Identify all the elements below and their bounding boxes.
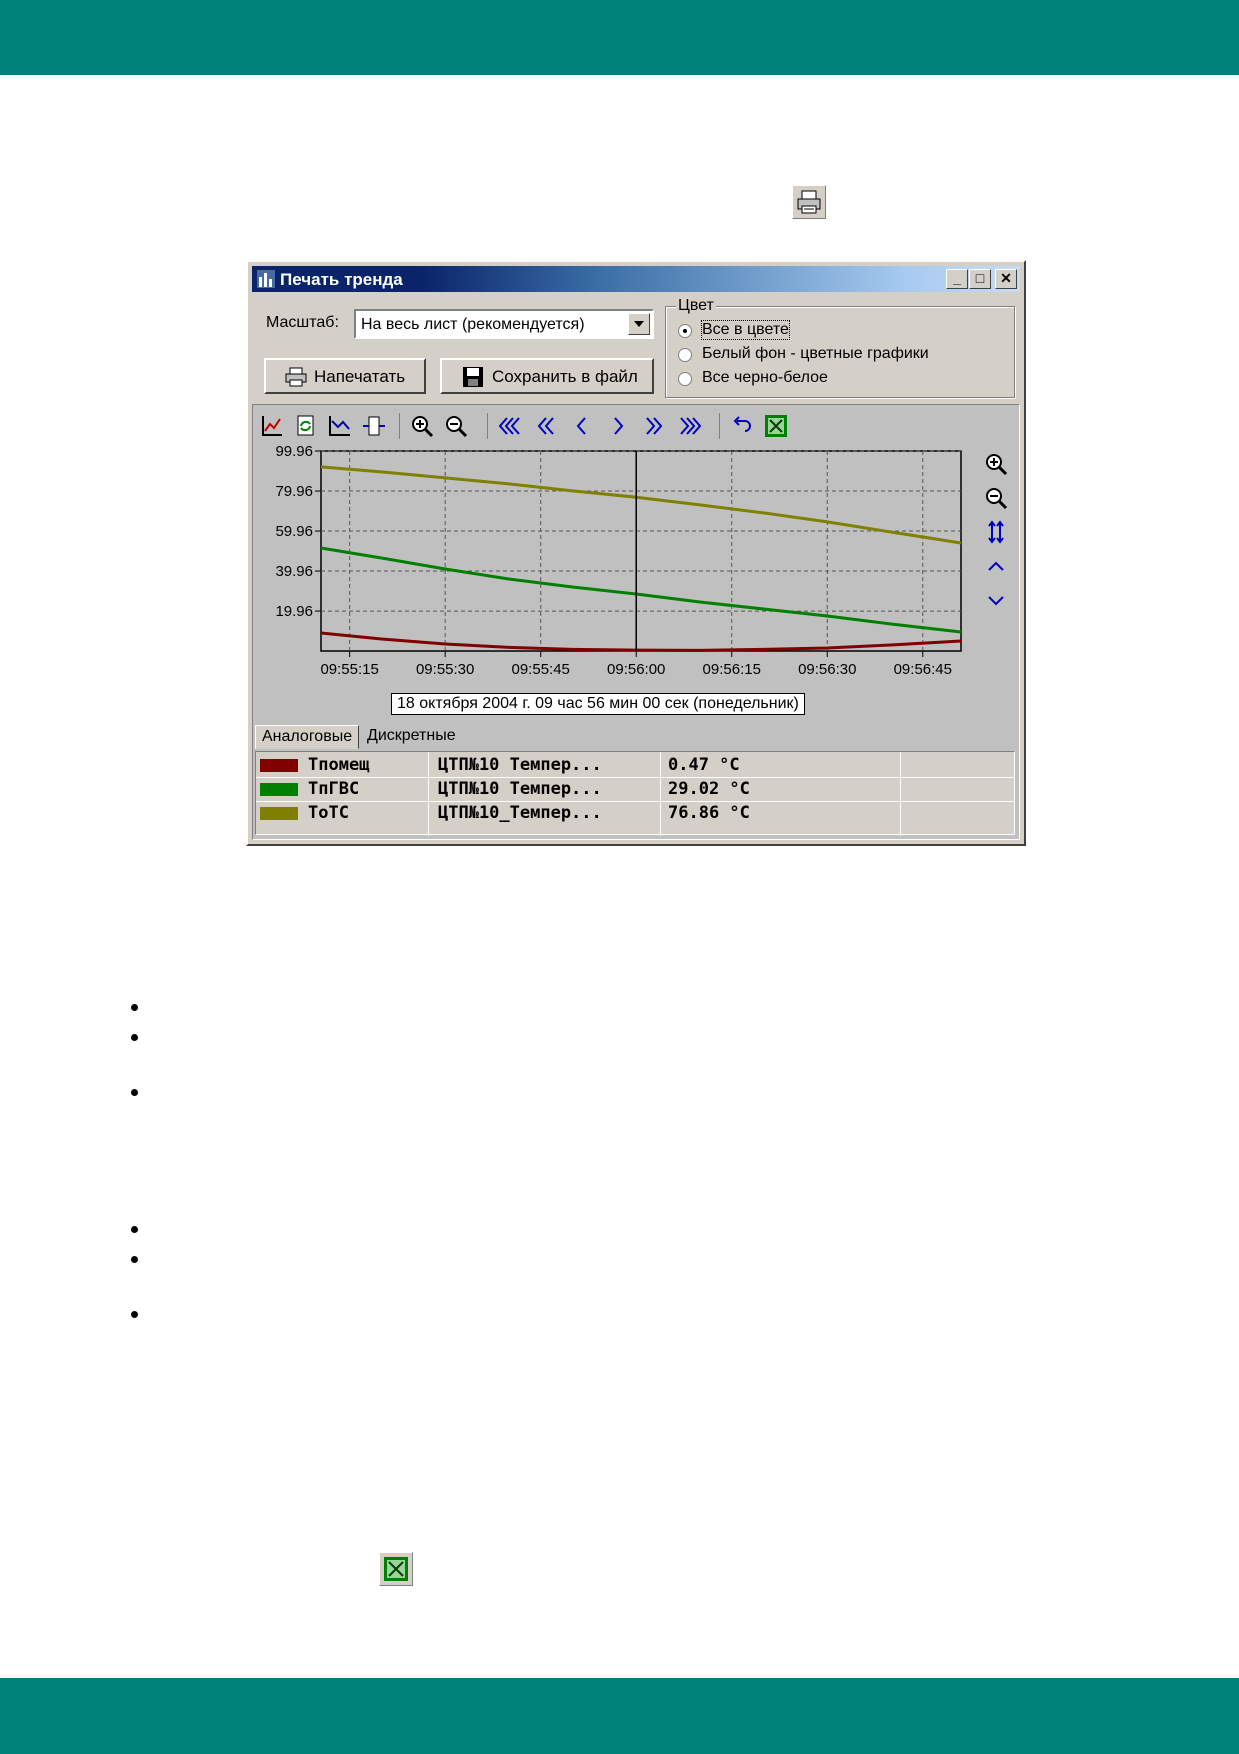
save-button-label: Сохранить в файл (492, 367, 638, 386)
chevron-up-icon[interactable] (983, 553, 1009, 579)
legend-name: TпГВС (308, 779, 360, 799)
close-button[interactable]: ✕ (995, 269, 1017, 289)
radio-white-bg[interactable] (678, 348, 692, 362)
list-bullet (131, 1089, 138, 1096)
dialog-title: Печать тренда (280, 270, 403, 289)
vertical-zoom-in-icon[interactable] (983, 451, 1009, 477)
x-tick-label: 09:56:00 (607, 661, 665, 678)
cursor-timestamp: 18 октября 2004 г. 09 час 56 мин 00 сек … (391, 693, 805, 715)
legend-source: ЦТП№10_Темпер... (438, 803, 602, 823)
radio-black-white-label[interactable]: Все черно-белое (702, 369, 828, 387)
y-tick-label: 59.96 (275, 523, 313, 540)
x-tick-label: 09:56:30 (798, 661, 856, 678)
legend-swatch (260, 807, 298, 820)
radio-selected-dot (683, 329, 687, 333)
vertical-zoom-out-icon[interactable] (983, 485, 1009, 511)
print-button-label: Напечатать (314, 367, 406, 386)
legend-value: 76.86 °C (668, 803, 750, 823)
list-bullet (131, 1256, 138, 1263)
x-tick-label: 09:56:15 (703, 661, 761, 678)
y-tick-label: 79.96 (275, 483, 313, 500)
list-bullet (131, 1034, 138, 1041)
zoom-in-icon[interactable] (409, 413, 435, 439)
printer-icon (792, 185, 826, 219)
undo-icon[interactable] (729, 413, 755, 439)
radio-white-bg-label[interactable]: Белый фон - цветные графики (702, 345, 929, 363)
bottom-band (0, 1678, 1239, 1754)
list-bullet (131, 1004, 138, 1011)
chart-axes-icon[interactable] (259, 413, 285, 439)
trend-chart[interactable]: 99.96 79.96 59.96 39.96 19.96 09:55:15 09:55:3… (253, 445, 973, 695)
legend-value: 29.02 °C (668, 779, 750, 799)
title-bar[interactable]: Печать тренда _ □ ✕ (252, 266, 1020, 292)
trend-app-icon (257, 270, 275, 288)
chevron-right-icon[interactable] (605, 413, 631, 439)
chevron-left-icon[interactable] (569, 413, 595, 439)
top-band (0, 0, 1239, 75)
legend-value: 0.47 °C (668, 755, 740, 775)
printer-icon (285, 367, 307, 387)
x-tick-label: 09:56:45 (894, 661, 952, 678)
chevron-down-icon[interactable] (983, 587, 1009, 613)
scale-label: Масштаб: (266, 314, 339, 331)
excel-export-icon (379, 1552, 413, 1586)
legend-table: Tпомещ ЦТП№10 Темпер... 0.47 °C TпГВС ЦТ… (255, 751, 1015, 836)
minimize-button[interactable]: _ (946, 269, 968, 289)
legend-name: Tпомещ (308, 755, 370, 775)
x-tick-label: 09:55:30 (416, 661, 474, 678)
radio-all-color-label[interactable]: Все в цвете (701, 320, 790, 340)
y-tick-label: 19.96 (275, 603, 313, 620)
save-to-file-button[interactable]: Сохранить в файл (440, 358, 654, 394)
refresh-icon[interactable] (293, 413, 319, 439)
fast-back-icon[interactable] (533, 413, 559, 439)
scale-value: На весь лист (рекомендуется) (361, 316, 585, 333)
legend-swatch (260, 783, 298, 796)
scale-select[interactable]: На весь лист (рекомендуется) (354, 309, 654, 339)
list-bullet (131, 1226, 138, 1233)
fast-forward-icon[interactable] (641, 413, 667, 439)
radio-all-color[interactable] (678, 324, 692, 338)
jump-first-icon[interactable] (497, 413, 523, 439)
legend-swatch (260, 759, 298, 772)
maximize-button[interactable]: □ (969, 269, 991, 289)
chevron-down-icon[interactable] (628, 313, 650, 335)
y-tick-label: 39.96 (275, 563, 313, 580)
y-tick-label: 99.96 (275, 445, 313, 460)
zoom-out-icon[interactable] (443, 413, 469, 439)
jump-last-icon[interactable] (677, 413, 703, 439)
print-trend-dialog: Печать тренда _ □ ✕ Масштаб: На весь лис… (246, 260, 1026, 846)
vertical-fit-icon[interactable] (983, 519, 1009, 545)
x-tick-label: 09:55:45 (512, 661, 570, 678)
floppy-disk-icon (463, 367, 483, 387)
radio-black-white[interactable] (678, 372, 692, 386)
legend-source: ЦТП№10 Темпер... (438, 755, 602, 775)
print-button[interactable]: Напечатать (264, 358, 426, 394)
tab-discrete[interactable]: Дискретные (361, 725, 462, 749)
color-group: Цвет Все в цвете Белый фон - цветные гра… (665, 297, 1015, 398)
trend-panel: 99.96 79.96 59.96 39.96 19.96 09:55:15 09:55:3… (252, 404, 1020, 840)
x-tick-label: 09:55:15 (320, 661, 378, 678)
tab-analog[interactable]: Аналоговые (255, 725, 360, 749)
color-group-label: Цвет (676, 297, 716, 315)
excel-export-icon[interactable] (763, 413, 789, 439)
legend-source: ЦТП№10 Темпер... (438, 779, 602, 799)
series-points-icon[interactable] (327, 413, 353, 439)
fit-width-icon[interactable] (361, 413, 387, 439)
list-bullet (131, 1311, 138, 1318)
legend-name: ToTC (308, 803, 349, 823)
